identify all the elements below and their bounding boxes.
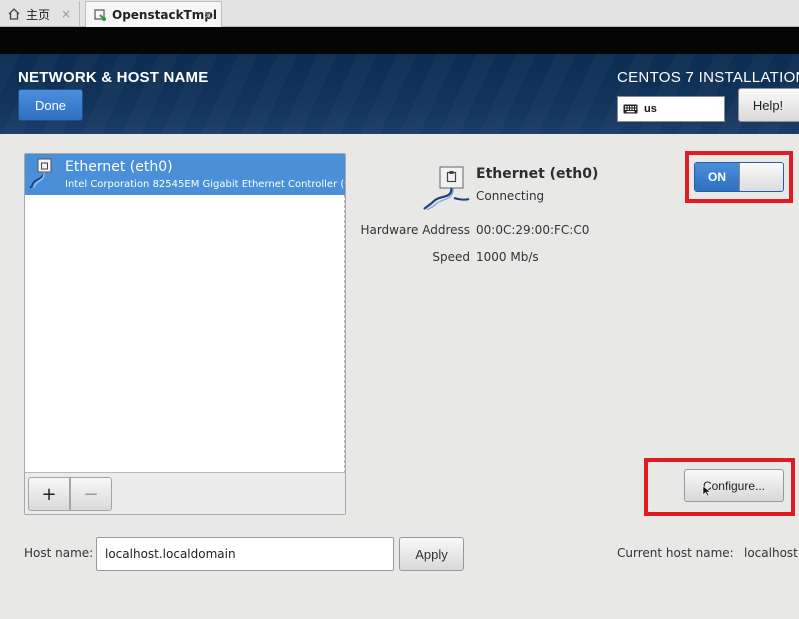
device-toggle-switch[interactable]: ON <box>694 162 784 192</box>
toggle-on-label: ON <box>695 163 739 191</box>
device-status: Connecting <box>476 189 545 203</box>
ethernet-icon <box>29 158 52 189</box>
installation-title: CENTOS 7 INSTALLATION <box>617 69 799 86</box>
tab-home-label: 主页 <box>26 7 51 22</box>
mouse-cursor-icon <box>702 485 712 497</box>
network-device-list: Ethernet (eth0) Intel Corporation 82545E… <box>24 153 346 515</box>
device-list-description: Intel Corporation 82545EM Gigabit Ethern… <box>65 179 345 190</box>
host-name-input[interactable] <box>96 537 394 571</box>
help-button[interactable]: Help! <box>738 88 799 122</box>
apply-button[interactable]: Apply <box>399 537 464 571</box>
ethernet-icon <box>423 166 470 211</box>
device-list-toolbar: + − <box>25 472 345 514</box>
remove-device-button[interactable]: − <box>70 477 112 511</box>
host-name-label: Host name: <box>24 546 94 560</box>
page-title: NETWORK & HOST NAME <box>18 69 209 86</box>
vm-top-bar <box>0 27 799 54</box>
add-device-button[interactable]: + <box>28 477 70 511</box>
home-icon <box>8 8 20 20</box>
speed-label: Speed <box>432 250 470 264</box>
close-icon[interactable]: × <box>203 8 213 22</box>
list-item[interactable]: Ethernet (eth0) Intel Corporation 82545E… <box>25 154 345 195</box>
hardware-address-value: 00:0C:29:00:FC:C0 <box>476 223 590 237</box>
toggle-knob <box>739 163 783 191</box>
keyboard-icon <box>623 104 638 114</box>
device-list-name: Ethernet (eth0) <box>65 159 173 175</box>
installer-header: NETWORK & HOST NAME Done CENTOS 7 INSTAL… <box>0 54 799 134</box>
keyboard-layout-indicator[interactable]: us <box>617 96 725 122</box>
configure-button[interactable]: Configure... <box>684 469 784 502</box>
close-icon[interactable]: × <box>61 7 71 21</box>
tab-home[interactable]: 主页 × <box>0 1 80 27</box>
tab-openstacktmpl[interactable]: OpenstackTmpl × <box>85 1 222 27</box>
tab-openstacktmpl-label: OpenstackTmpl <box>112 7 217 22</box>
done-button[interactable]: Done <box>18 89 83 121</box>
browser-tab-bar: 主页 × OpenstackTmpl × <box>0 0 799 27</box>
hardware-address-label: Hardware Address <box>360 223 470 237</box>
keyboard-layout-label: us <box>644 103 657 115</box>
vm-icon <box>94 8 106 21</box>
speed-value: 1000 Mb/s <box>476 250 539 264</box>
device-name: Ethernet (eth0) <box>476 166 599 182</box>
current-host-name-value: localhost <box>744 546 798 560</box>
current-host-name-label: Current host name: <box>617 546 734 560</box>
